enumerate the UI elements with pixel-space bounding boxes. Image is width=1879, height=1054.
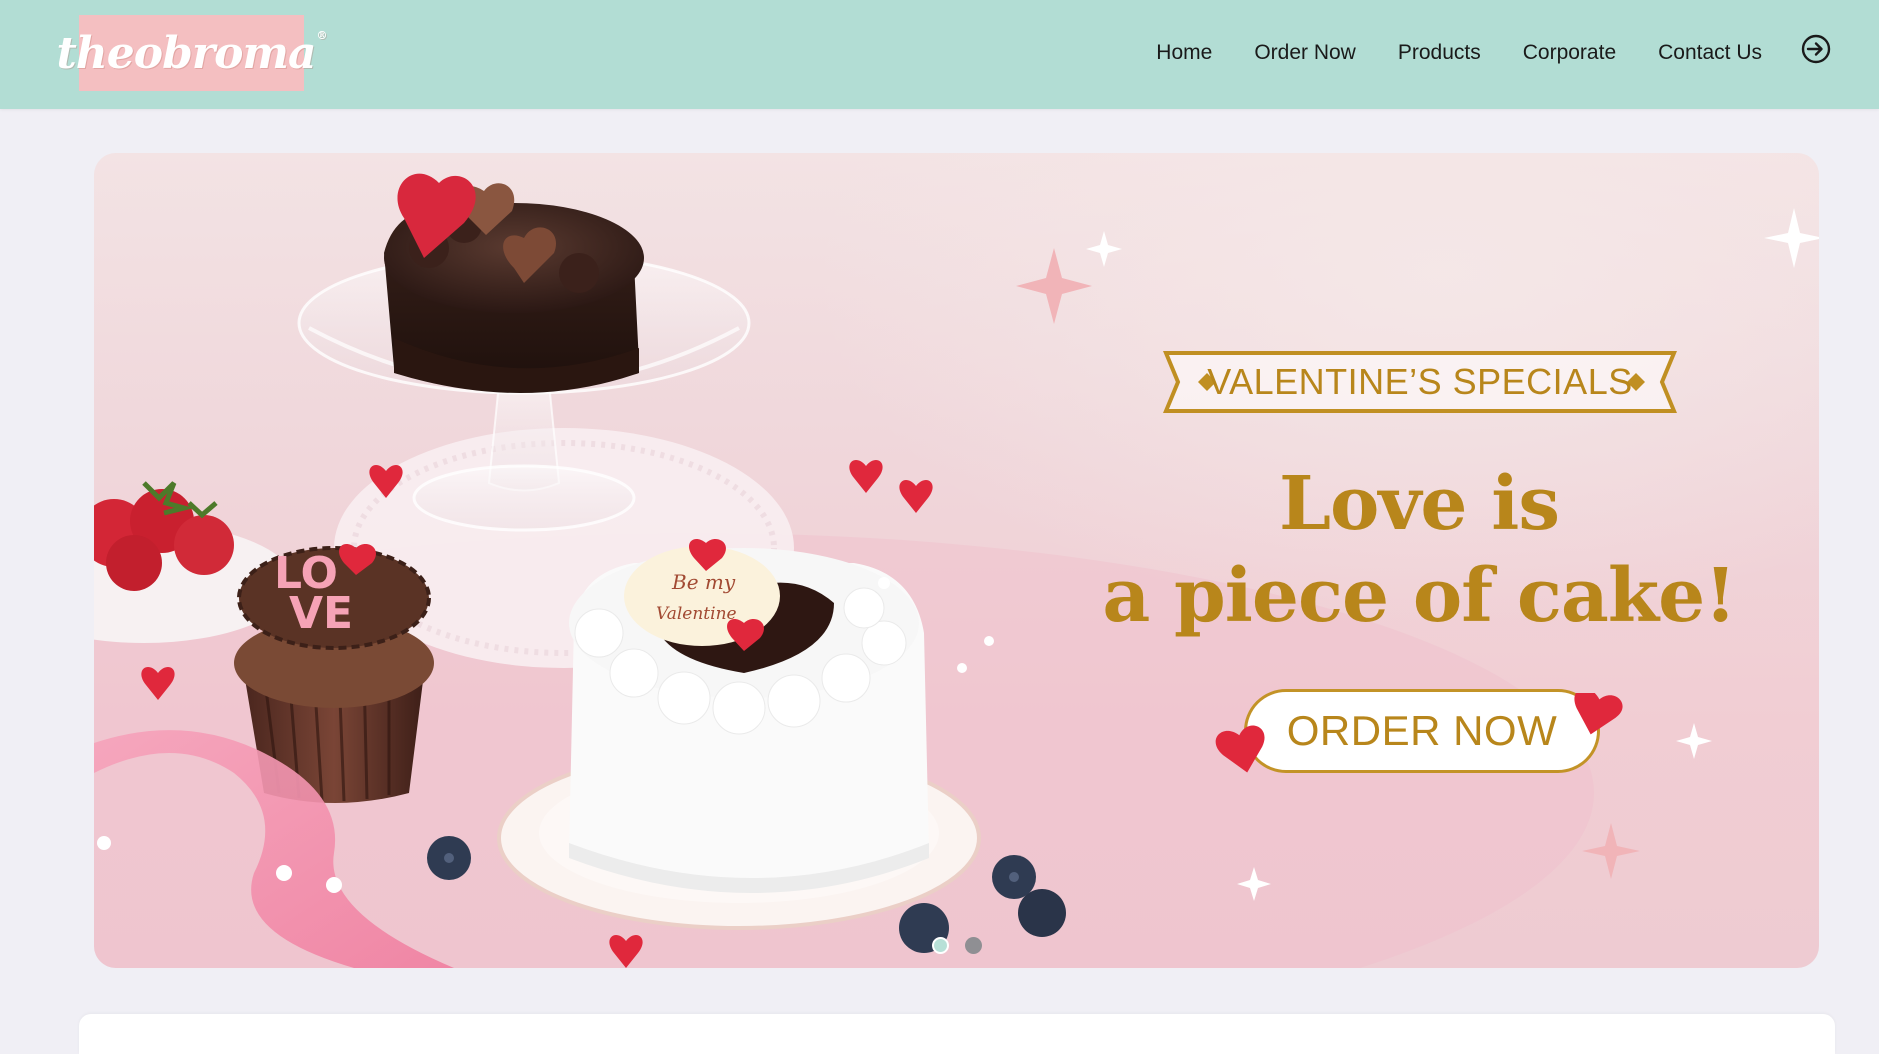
nav-contact-us[interactable]: Contact Us: [1658, 39, 1762, 67]
carousel-dot-1[interactable]: [932, 937, 949, 954]
carousel-dot-2[interactable]: [965, 937, 982, 954]
brand-logo[interactable]: theobroma ®: [56, 15, 328, 91]
nav-corporate[interactable]: Corporate: [1523, 39, 1616, 67]
badge-text: VALENTINE’S SPECIALS: [1207, 361, 1633, 402]
main-nav: Home Order Now Products Corporate Contac…: [1156, 39, 1762, 67]
cake-plaque-text-2: Valentine: [656, 604, 737, 624]
carousel-indicators: [932, 937, 982, 954]
content-card: [79, 1014, 1835, 1054]
cake-plaque-text-1: Be my: [671, 570, 736, 594]
valentines-specials-badge: VALENTINE’S SPECIALS: [1162, 351, 1678, 413]
login-icon[interactable]: [1800, 33, 1832, 65]
site-header: theobroma ® Home Order Now Products Corpo…: [0, 0, 1879, 109]
registered-mark: ®: [316, 28, 328, 42]
nav-home[interactable]: Home: [1156, 39, 1212, 67]
cta-hearts-icon: [1215, 693, 1623, 773]
nav-products[interactable]: Products: [1398, 39, 1481, 67]
headline-line-2: a piece of cake!: [1102, 553, 1736, 639]
cupcake-love-text-2: VE: [289, 588, 353, 639]
hero-headline: Love is a piece of cake!: [1094, 458, 1744, 642]
hero-banner[interactable]: LO VE Be my Valentine VALENTINE’S SPECIA…: [94, 153, 1819, 968]
brand-name: theobroma: [56, 27, 316, 79]
headline-line-1: Love is: [1278, 461, 1560, 547]
nav-order-now[interactable]: Order Now: [1254, 39, 1356, 67]
